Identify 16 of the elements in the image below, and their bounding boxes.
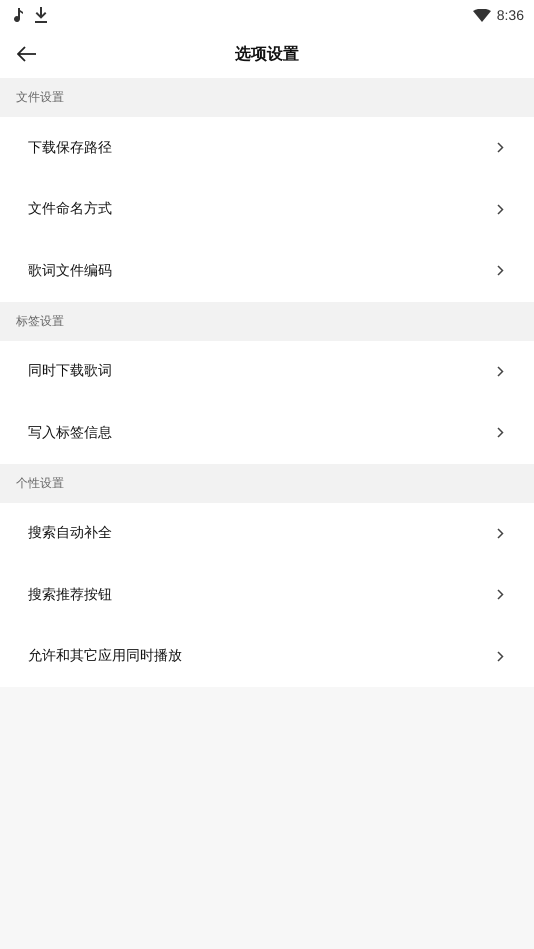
music-note-icon [14, 8, 23, 22]
section-header: 标签设置 [16, 312, 64, 330]
section-header: 文件设置 [16, 89, 64, 106]
download-icon [35, 7, 47, 23]
clock-time: 8:36 [496, 7, 524, 23]
chevron-right-icon [497, 204, 504, 215]
chevron-right-icon [497, 142, 504, 154]
section-header: 个性设置 [16, 474, 64, 492]
chevron-right-icon [497, 265, 504, 276]
chevron-right-icon [497, 650, 504, 662]
wifi-icon [472, 8, 491, 22]
chevron-right-icon [497, 366, 504, 377]
chevron-right-icon [497, 528, 504, 539]
chevron-right-icon [497, 427, 504, 438]
page-title: 选项设置 [235, 44, 299, 64]
chevron-right-icon [497, 589, 504, 600]
